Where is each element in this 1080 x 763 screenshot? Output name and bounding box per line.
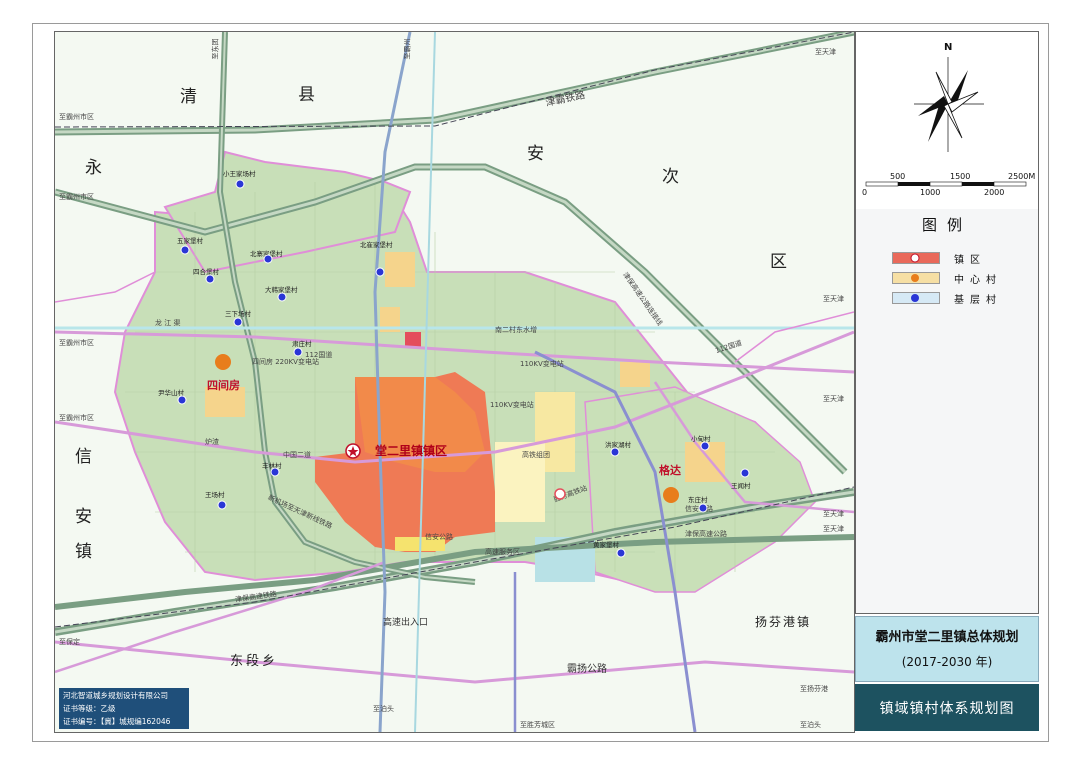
village-markers <box>177 179 750 558</box>
compass-rose-icon <box>865 57 1027 187</box>
legend-box: 图例 镇区 中心村 基层村 <box>855 209 1039 614</box>
subtitle-box: 镇域镇村体系规划图 <box>855 684 1039 731</box>
side-panel: N 500 1500 2500M 0 1000 2000 图例 镇区 中心村 基… <box>855 31 1039 731</box>
scale-label-0: 0 <box>862 188 868 197</box>
scale-label-1000: 1000 <box>920 188 941 197</box>
company-cert: 证书编号：【冀】城规编162046 <box>63 717 171 726</box>
company-name: 河北智道城乡规划设计有限公司 <box>63 691 168 700</box>
center-village-geda: 格达 <box>659 464 681 477</box>
title-box: 霸州市堂二里镇总体规划 (2017-2030 年) <box>855 616 1039 682</box>
legend-markers <box>910 253 920 302</box>
scale-label-500: 500 <box>890 172 906 181</box>
map-subtitle: 镇域镇村体系规划图 <box>879 701 1015 717</box>
town-label: 堂二里镇镇区 <box>375 444 448 458</box>
plan-title: 霸州市堂二里镇总体规划 <box>875 630 1019 645</box>
plan-year: (2017-2030 年) <box>901 655 993 669</box>
company-grade: 证书等级：乙级 <box>63 704 116 713</box>
scale-label-1500: 1500 <box>950 172 971 181</box>
scale-label-2000: 2000 <box>984 188 1005 197</box>
map-canvas: 清 县 永 安 次 区 信 安 镇 扬芬港镇 东段乡 津霸铁路 至霸州市区 至霸… <box>54 31 855 733</box>
compass-box: N 500 1500 2500M 0 1000 2000 <box>855 31 1039 211</box>
center-village-sijianfang: 四间房 <box>207 379 240 392</box>
company-info-box: 河北智道城乡规划设计有限公司 证书等级：乙级 证书编号：【冀】城规编162046 <box>59 688 189 729</box>
scale-label-2500: 2500M <box>1008 172 1036 181</box>
